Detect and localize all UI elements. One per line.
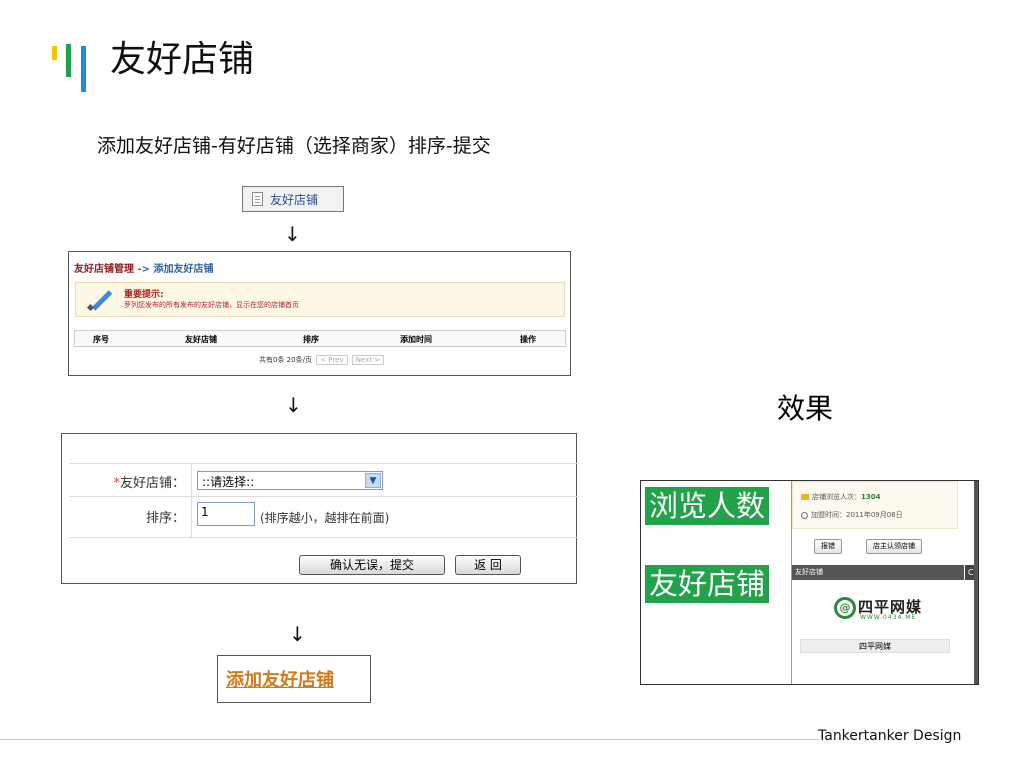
shop-label-text: 友好店铺： [119, 476, 185, 491]
logo-url: WWW.0434.ME [860, 614, 917, 621]
col-sort: 排序 [303, 335, 319, 344]
friend-shop-name[interactable]: 四平网媒 [800, 639, 950, 653]
notice-title: 重要提示: [124, 290, 164, 300]
footer-divider [0, 739, 818, 740]
document-icon [252, 192, 263, 206]
friend-shop-menu-button[interactable]: 友好店铺 [242, 186, 344, 212]
sort-input[interactable]: 1 [197, 502, 255, 526]
views-value: 1304 [861, 493, 881, 501]
logo-bar-blue [81, 46, 86, 92]
friend-shop-menu-label: 友好店铺 [270, 193, 319, 207]
clock-icon [801, 511, 808, 519]
effect-screenshot: 浏览人数 友好店铺 店铺浏览人次：1304 加盟时间：2011年09月08日 报… [640, 480, 979, 685]
logo-bar-green [66, 44, 71, 77]
col-index: 序号 [93, 335, 109, 344]
chevron-down-icon[interactable]: ▼ [365, 473, 381, 488]
notice-text: 罗列您发布的所有发布的友好店铺，显示在您的店铺首页 [124, 301, 299, 309]
views-label: 店铺浏览人次： [812, 493, 861, 501]
slide-subtitle: 添加友好店铺-有好店铺（选择商家）排序-提交 [97, 135, 491, 157]
arrow-down-1: ↓ [284, 222, 301, 246]
add-friend-shop-link-result[interactable]: 添加友好店铺 [226, 666, 334, 692]
friend-shop-callout: 友好店铺 [645, 565, 770, 603]
stats-icon [801, 494, 809, 500]
footer-credit: Tankertanker Design [818, 728, 962, 744]
pager-summary: 共有0条 20条/页 [259, 356, 312, 364]
friend-shop-section-title: 友好店铺 [792, 565, 964, 580]
col-shop: 友好店铺 [185, 335, 217, 344]
sort-row: 排序： 1 (排序越小，越排在前面) [69, 496, 577, 538]
arrow-down-3: ↓ [289, 622, 306, 646]
breadcrumb: 友好店铺管理 -> 添加友好店铺 [74, 260, 214, 275]
back-button[interactable]: 返 回 [455, 555, 521, 575]
notice-box: 重要提示: 罗列您发布的所有发布的友好店铺，显示在您的店铺首页 [75, 282, 565, 317]
shop-info-panel: 店铺浏览人次：1304 加盟时间：2011年09月08日 报错 店主认领店铺 友… [792, 481, 978, 684]
joined-value: 2011年09月08日 [846, 511, 903, 519]
shop-select[interactable]: ::请选择:: ▼ [197, 471, 383, 490]
pencil-icon [91, 290, 113, 311]
logo-bar-yellow [52, 46, 57, 60]
friend-shop-manage-panel: 友好店铺管理 -> 添加友好店铺 重要提示: 罗列您发布的所有发布的友好店铺，显… [68, 251, 571, 376]
claim-shop-button[interactable]: 店主认领店铺 [866, 539, 922, 554]
slide-title: 友好店铺 [110, 39, 255, 80]
shop-select-row: *友好店铺： ::请选择:: ▼ [69, 463, 577, 497]
pager-prev-button[interactable]: < Prev [316, 355, 348, 365]
shop-label: *友好店铺： [113, 472, 185, 491]
add-friend-shop-link[interactable]: 添加友好店铺 [154, 264, 214, 275]
submit-button[interactable]: 确认无误，提交 [299, 555, 445, 575]
at-logo-icon: @ [834, 597, 856, 619]
effect-label: 效果 [777, 392, 834, 425]
pager-next-button[interactable]: Next > [351, 355, 385, 365]
arrow-down-2: ↓ [285, 393, 302, 417]
col-actions: 操作 [520, 335, 536, 344]
report-error-button[interactable]: 报错 [814, 539, 842, 554]
views-callout: 浏览人数 [645, 487, 770, 525]
pager: 共有0条 20条/页 < Prev Next > [259, 355, 385, 365]
add-friend-shop-result: 添加友好店铺 [217, 655, 371, 703]
shop-select-value: ::请选择:: [202, 475, 255, 489]
col-added-time: 添加时间 [400, 335, 432, 344]
table-header: 序号 友好店铺 排序 添加时间 操作 [74, 330, 566, 347]
breadcrumb-sep: -> [134, 264, 151, 275]
joined-label: 加盟时间： [811, 511, 846, 519]
sort-label: 排序： [145, 511, 185, 526]
add-friend-shop-form: *友好店铺： ::请选择:: ▼ 排序： 1 (排序越小，越排在前面) 确认无误… [61, 433, 577, 584]
sort-hint: (排序越小，越排在前面) [260, 511, 390, 525]
shop-info-box: 店铺浏览人次：1304 加盟时间：2011年09月08日 [792, 481, 958, 529]
breadcrumb-main[interactable]: 友好店铺管理 [74, 264, 134, 275]
